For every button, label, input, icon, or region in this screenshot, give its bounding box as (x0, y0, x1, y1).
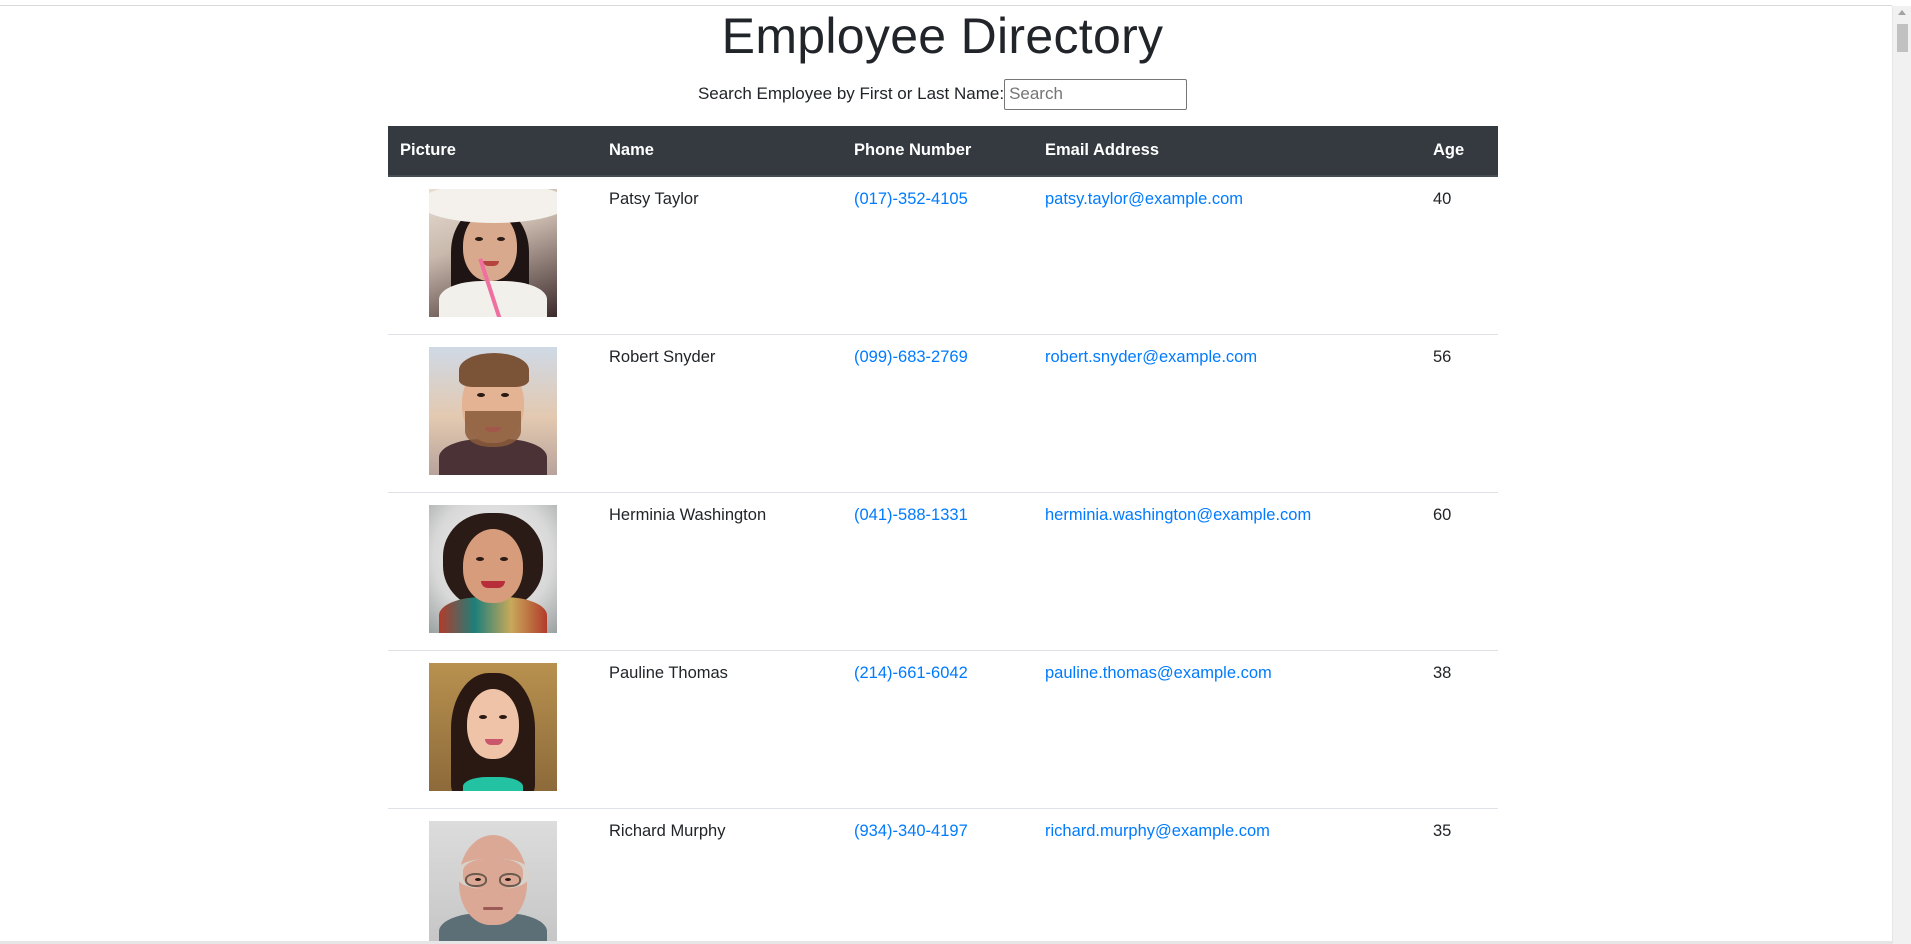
employee-name: Richard Murphy (597, 808, 842, 944)
employee-name: Herminia Washington (597, 492, 842, 651)
email-cell: robert.snyder@example.com (1033, 334, 1421, 493)
email-cell: herminia.washington@example.com (1033, 492, 1421, 651)
email-link[interactable]: robert.snyder@example.com (1045, 348, 1257, 366)
employee-photo (428, 505, 557, 633)
column-header-name[interactable]: Name (597, 126, 842, 177)
employee-photo (428, 189, 557, 317)
employee-photo (428, 821, 557, 944)
phone-cell: (017)-352-4105 (842, 176, 1033, 335)
phone-link[interactable]: (017)-352-4105 (854, 190, 968, 208)
page-title: Employee Directory (721, 8, 1164, 64)
column-header-email[interactable]: Email Address (1033, 126, 1421, 177)
scrollbar-thumb[interactable] (1897, 24, 1908, 52)
employee-age: 60 (1421, 492, 1498, 651)
employee-name: Pauline Thomas (597, 650, 842, 809)
page-viewport: Employee Directory Search Employee by Fi… (0, 6, 1892, 944)
picture-cell (388, 334, 597, 493)
phone-link[interactable]: (041)-588-1331 (854, 506, 968, 524)
phone-cell: (041)-588-1331 (842, 492, 1033, 651)
table-body: Patsy Taylor (017)-352-4105 patsy.taylor… (388, 176, 1498, 944)
picture-cell (388, 650, 597, 809)
email-cell: pauline.thomas@example.com (1033, 650, 1421, 809)
picture-cell (388, 808, 597, 944)
picture-cell (388, 176, 597, 335)
phone-link[interactable]: (099)-683-2769 (854, 348, 968, 366)
employee-age: 40 (1433, 190, 1452, 208)
email-cell: richard.murphy@example.com (1033, 808, 1421, 944)
search-label: Search Employee by First or Last Name: (697, 84, 1005, 103)
phone-cell: (099)-683-2769 (842, 334, 1033, 493)
employee-photo (428, 347, 557, 475)
employee-age: 35 (1421, 808, 1498, 944)
employee-name: Robert Snyder (597, 334, 842, 493)
table-row: Pauline Thomas (214)-661-6042 pauline.th… (388, 650, 1498, 809)
scroll-up-arrow-icon[interactable] (1898, 10, 1906, 15)
phone-link[interactable]: (934)-340-4197 (854, 822, 968, 840)
table-row: Patsy Taylor (017)-352-4105 patsy.taylor… (388, 176, 1498, 335)
email-link[interactable]: patsy.taylor@example.com (1045, 190, 1243, 208)
email-cell: patsy.taylor@example.com (1033, 176, 1421, 335)
table-header-row: Picture Name Phone Number Email Address … (388, 126, 1498, 177)
employee-age: 56 (1421, 334, 1498, 493)
phone-link[interactable]: (214)-661-6042 (854, 664, 968, 682)
phone-cell: (934)-340-4197 (842, 808, 1033, 944)
table-row: Robert Snyder (099)-683-2769 robert.snyd… (388, 334, 1498, 493)
employee-age: 38 (1421, 650, 1498, 809)
table-row: Richard Murphy (934)-340-4197 richard.mu… (388, 808, 1498, 944)
table-header: Picture Name Phone Number Email Address … (388, 126, 1498, 177)
column-header-age[interactable]: Age (1421, 126, 1498, 177)
vertical-scrollbar[interactable] (1892, 6, 1911, 944)
search-input[interactable] (1004, 78, 1188, 110)
employee-name: Patsy Taylor (609, 190, 699, 208)
phone-cell: (214)-661-6042 (842, 650, 1033, 809)
column-header-picture[interactable]: Picture (388, 126, 597, 177)
picture-cell (388, 492, 597, 651)
email-link[interactable]: herminia.washington@example.com (1045, 506, 1311, 524)
column-header-phone[interactable]: Phone Number (842, 126, 1033, 177)
email-link[interactable]: richard.murphy@example.com (1045, 822, 1270, 840)
employee-table: Picture Name Phone Number Email Address … (388, 126, 1498, 944)
email-link[interactable]: pauline.thomas@example.com (1045, 664, 1272, 682)
employee-photo (428, 663, 557, 791)
table-row: Herminia Washington (041)-588-1331 hermi… (388, 492, 1498, 651)
search-bar: Search Employee by First or Last Name: (0, 76, 1885, 112)
